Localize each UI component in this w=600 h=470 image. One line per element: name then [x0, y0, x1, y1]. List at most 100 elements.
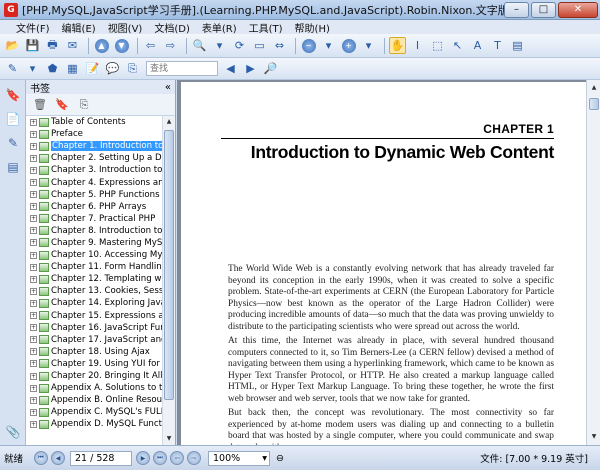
bookmark-item[interactable]: + Appendix C. MySQL's FULLTEXT Stopwords [26, 406, 162, 418]
forward-arrow-icon[interactable]: ⇨ [162, 37, 179, 54]
bookmark-item[interactable]: + Appendix A. Solutions to the Chapter Qu… [26, 382, 162, 394]
pages-panel-icon[interactable]: 📄 [4, 110, 22, 128]
history-forward-icon[interactable]: ⇨ [187, 451, 201, 465]
menu-view[interactable]: 视图(V) [108, 20, 143, 35]
bookmark-item[interactable]: + Chapter 17. JavaScript and PHP Validati… [26, 334, 162, 346]
collapse-panel-button[interactable]: « [165, 82, 171, 93]
bookmark-item[interactable]: + Chapter 6. PHP Arrays [26, 201, 162, 213]
dropdown-arrow-icon[interactable]: ▾ [320, 37, 337, 54]
bookmark-item[interactable]: + Chapter 2. Setting Up a Development Ser… [26, 152, 162, 164]
expand-toggle-icon[interactable]: + [30, 154, 37, 162]
bookmark-options-icon[interactable]: ⎘ [76, 97, 92, 113]
bookmark-item[interactable]: + Chapter 10. Accessing MySQL Using PHP [26, 249, 162, 261]
expand-toggle-icon[interactable]: + [30, 263, 37, 271]
bookmarks-scrollbar[interactable]: ▲ ▼ [162, 116, 175, 445]
close-button[interactable]: ✕ [558, 1, 598, 18]
zoom-out-icon[interactable]: ⊖ [276, 453, 284, 464]
page-number-field[interactable]: 21 / 528 [70, 450, 132, 466]
note-icon[interactable]: 📝 [84, 60, 101, 77]
bookmark-item[interactable]: + Chapter 19. Using YUI for Ajax and More [26, 358, 162, 370]
highlight-icon[interactable]: ▦ [64, 60, 81, 77]
bookmark-item[interactable]: + Chapter 15. Expressions and Control Flo… [26, 310, 162, 322]
expand-toggle-icon[interactable]: + [30, 275, 37, 283]
bookmark-item[interactable]: + Chapter 7. Practical PHP [26, 213, 162, 225]
bookmark-item[interactable]: + Chapter 1. Introduction to Dynamic Web … [26, 140, 162, 152]
back-arrow-icon[interactable]: ⇦ [142, 37, 159, 54]
select-text-icon[interactable]: I [409, 37, 426, 54]
search-next-icon[interactable]: ▶ [242, 60, 259, 77]
bookmark-item[interactable]: + Chapter 12. Templating with Smarty [26, 273, 162, 285]
expand-toggle-icon[interactable]: + [30, 227, 37, 235]
pointer-icon[interactable]: ↖ [449, 37, 466, 54]
bookmark-item[interactable]: + Chapter 5. PHP Functions and Objects [26, 189, 162, 201]
prev-page-icon[interactable]: ◀ [51, 451, 65, 465]
expand-toggle-icon[interactable]: + [30, 251, 37, 259]
last-page-icon[interactable]: ⏭ [153, 451, 167, 465]
bookmark-item[interactable]: + Chapter 13. Cookies, Sessions, and Auth… [26, 285, 162, 297]
search-prev-icon[interactable]: ◀ [222, 60, 239, 77]
open-folder-icon[interactable]: 📂 [4, 37, 21, 54]
bookmark-item[interactable]: + Chapter 14. Exploring JavaScript [26, 297, 162, 309]
expand-toggle-icon[interactable]: + [30, 396, 37, 404]
bookmark-item[interactable]: + Chapter 9. Mastering MySQL [26, 237, 162, 249]
print-icon[interactable]: 🖶 [44, 37, 61, 54]
expand-toggle-icon[interactable]: + [30, 118, 37, 126]
scroll-thumb[interactable] [164, 130, 174, 400]
expand-toggle-icon[interactable]: + [30, 166, 37, 174]
expand-toggle-icon[interactable]: + [30, 324, 37, 332]
expand-toggle-icon[interactable]: + [30, 203, 37, 211]
next-page-icon[interactable]: ▶ [136, 451, 150, 465]
expand-toggle-icon[interactable]: + [30, 384, 37, 392]
zoom-select[interactable]: 100% ▾ [208, 450, 270, 466]
next-page-icon[interactable]: ▼ [113, 37, 130, 54]
zoom-in-icon[interactable]: + [340, 37, 357, 54]
bookmark-item[interactable]: + Chapter 4. Expressions and Control Flow… [26, 176, 162, 188]
bookmark-item[interactable]: + Appendix D. MySQL Functions [26, 418, 162, 430]
first-page-icon[interactable]: ⏮ [34, 451, 48, 465]
search-input[interactable] [146, 61, 218, 76]
expand-toggle-icon[interactable]: + [30, 215, 37, 223]
fit-width-icon[interactable]: ⇔ [271, 37, 288, 54]
menu-form[interactable]: 表单(R) [202, 20, 237, 35]
dropdown-arrow-icon[interactable]: ▾ [24, 60, 41, 77]
menu-help[interactable]: 帮助(H) [295, 20, 330, 35]
stamp-icon[interactable]: ⬟ [44, 60, 61, 77]
expand-toggle-icon[interactable]: + [30, 142, 37, 150]
menu-file[interactable]: 文件(F) [16, 20, 50, 35]
zoom-out-icon[interactable]: − [300, 37, 317, 54]
bookmark-item[interactable]: + Chapter 16. JavaScript Functions, Objec… [26, 322, 162, 334]
expand-toggle-icon[interactable]: + [30, 179, 37, 187]
comments-panel-icon[interactable]: ✎ [4, 134, 22, 152]
search-options-icon[interactable]: 🔎 [262, 60, 279, 77]
snapshot-icon[interactable]: ⬚ [429, 37, 446, 54]
bookmark-item[interactable]: + Chapter 18. Using Ajax [26, 346, 162, 358]
bookmarks-panel-icon[interactable]: 🔖 [4, 86, 22, 104]
prev-page-icon[interactable]: ▲ [93, 37, 110, 54]
text-box-icon[interactable]: ▤ [509, 37, 526, 54]
scroll-down-icon[interactable]: ▼ [589, 431, 599, 443]
maximize-button[interactable]: □ [531, 1, 556, 18]
attachments-panel-icon[interactable]: 📎 [4, 423, 22, 441]
minimize-button[interactable]: – [504, 1, 529, 18]
expand-toggle-icon[interactable]: + [30, 372, 37, 380]
bookmark-item[interactable]: + Chapter 3. Introduction to PHP [26, 164, 162, 176]
expand-toggle-icon[interactable]: + [30, 191, 37, 199]
bookmark-item[interactable]: + Table of Contents [26, 116, 162, 128]
expand-toggle-icon[interactable]: + [30, 408, 37, 416]
expand-toggle-icon[interactable]: + [30, 420, 37, 428]
document-scrollbar[interactable]: ▲ ▼ [586, 80, 600, 445]
expand-toggle-icon[interactable]: + [30, 360, 37, 368]
menu-document[interactable]: 文档(D) [154, 20, 190, 35]
expand-toggle-icon[interactable]: + [30, 130, 37, 138]
bookmark-item[interactable]: + Chapter 11. Form Handling [26, 261, 162, 273]
typewriter-icon[interactable]: T [489, 37, 506, 54]
menu-edit[interactable]: 编辑(E) [62, 20, 96, 35]
comment-icon[interactable]: 💬 [104, 60, 121, 77]
expand-toggle-icon[interactable]: + [30, 299, 37, 307]
delete-bookmark-icon[interactable]: 🗑 [32, 97, 48, 113]
menu-tools[interactable]: 工具(T) [249, 20, 283, 35]
bookmark-item[interactable]: + Preface [26, 128, 162, 140]
hand-tool-icon[interactable]: ✋ [389, 37, 406, 54]
new-bookmark-icon[interactable]: 🔖 [54, 97, 70, 113]
fit-page-icon[interactable]: ▭ [251, 37, 268, 54]
